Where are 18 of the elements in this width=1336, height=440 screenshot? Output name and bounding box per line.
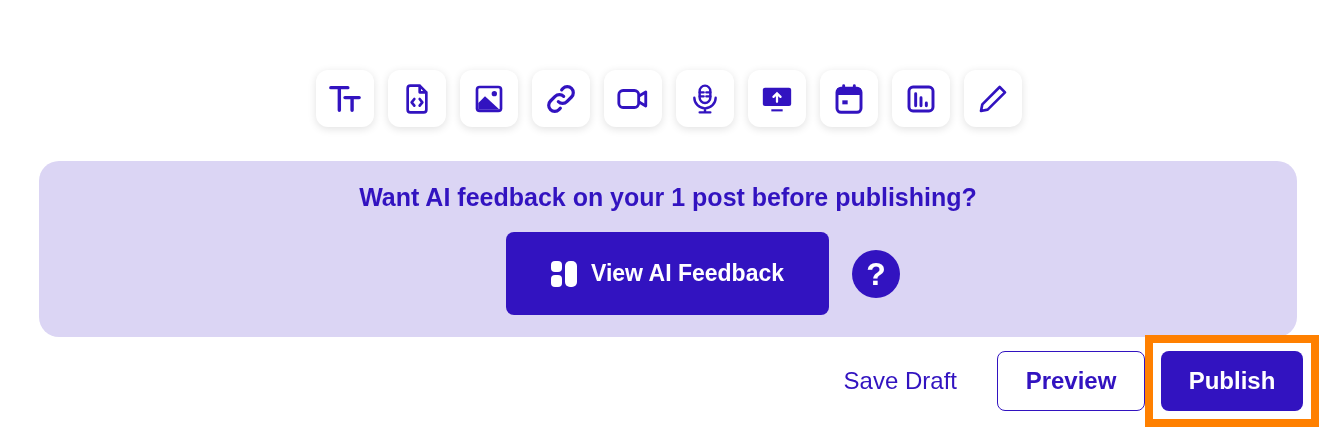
help-button[interactable]: ? <box>852 249 900 298</box>
publish-button[interactable]: Publish <box>1161 351 1303 411</box>
video-button[interactable] <box>603 70 662 127</box>
screen-upload-button[interactable] <box>747 70 806 127</box>
link-button[interactable] <box>531 70 590 127</box>
code-file-button[interactable] <box>387 70 446 127</box>
image-button[interactable] <box>459 70 518 127</box>
text-format-button[interactable] <box>315 70 374 127</box>
draw-button[interactable] <box>963 70 1022 127</box>
ai-feedback-icon <box>551 260 577 287</box>
preview-button[interactable]: Preview <box>997 351 1145 411</box>
calendar-button[interactable] <box>819 70 878 127</box>
view-feedback-button[interactable]: View AI Feedback <box>506 232 829 315</box>
audio-button[interactable] <box>675 70 734 127</box>
banner-heading: Want AI feedback on your 1 post before publishing? <box>359 182 977 213</box>
link-icon <box>544 82 577 115</box>
save-draft-link[interactable]: Save Draft <box>839 351 961 411</box>
poll-button[interactable] <box>891 70 950 127</box>
